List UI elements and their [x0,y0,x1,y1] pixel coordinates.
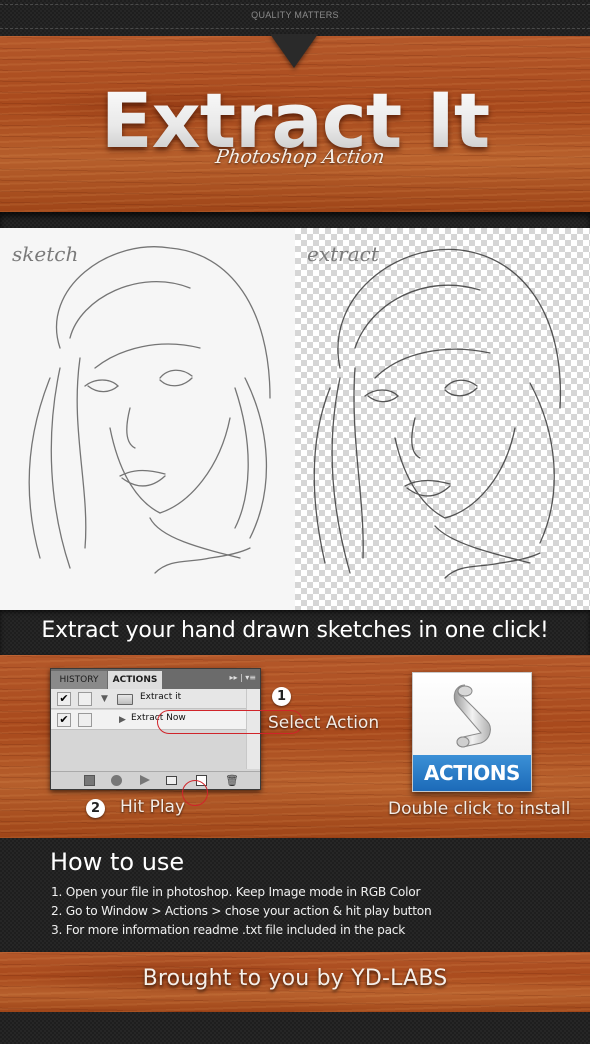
instructions-banner: HISTORY ACTIONS ▸▸ | ▾≡ ✔ ▼ Extract it ✔… [0,655,590,838]
new-set-icon[interactable] [166,776,177,785]
step-label: Hit Play [120,797,186,817]
divider-band [0,212,590,228]
expand-triangle-icon[interactable]: ▼ [101,694,108,704]
instruction-item: 1. Open your file in photoshop. Keep Ima… [51,885,421,899]
actions-icon-label: ACTIONS [413,755,531,791]
step-badge: 1 [272,687,291,706]
install-caption: Double click to install [388,799,571,819]
extracted-image: extract [295,228,590,610]
bottom-strip [0,1012,590,1044]
action-set-row[interactable]: ✔ ▼ Extract it [51,689,247,709]
record-icon[interactable] [111,775,122,786]
highlight-ring [182,780,208,806]
instruction-item: 2. Go to Window > Actions > chose your a… [51,904,432,918]
headline: Extract your hand drawn sketches in one … [41,618,549,643]
scroll-icon [453,684,491,748]
panel-menu-icon[interactable]: ▸▸ | ▾≡ [229,673,256,682]
credits-banner: Brought to you by YD-LABS [0,952,590,1012]
sketch-label: sketch [12,242,79,266]
stitch-line [0,4,590,5]
top-strip: QUALITY MATTERS [0,0,590,36]
section-heading: How to use [50,848,185,876]
credits-text: Brought to you by YD-LABS [142,966,448,991]
dialog-toggle-checkbox[interactable] [78,713,92,727]
quality-label: QUALITY MATTERS [251,10,339,20]
page-subtitle: Photoshop Action [213,146,386,168]
how-to-use-section: How to use 1. Open your file in photosho… [0,838,590,952]
dialog-toggle-checkbox[interactable] [78,692,92,706]
step-badge: 2 [86,799,105,818]
action-set-name: Extract it [140,692,182,702]
step-label: Select Action [268,713,380,733]
trash-icon[interactable]: 🗑 [225,775,239,786]
toggle-checkbox[interactable]: ✔ [57,692,71,706]
tab-history[interactable]: HISTORY [51,671,107,689]
collapsed-triangle-icon[interactable]: ▶ [119,715,126,725]
actions-panel: HISTORY ACTIONS ▸▸ | ▾≡ ✔ ▼ Extract it ✔… [50,668,303,806]
instruction-list: 1. Open your file in photoshop. Keep Ima… [51,883,432,940]
extract-label: extract [307,242,379,266]
stop-icon[interactable] [84,775,95,786]
panel-footer-toolbar: 🗑 [51,771,260,789]
folder-icon [117,694,133,705]
actions-file-icon[interactable]: ACTIONS [412,672,532,792]
extracted-portrait-drawing [313,248,562,579]
before-after-comparison: sketch extract [0,228,590,610]
tagline-band: Extract your hand drawn sketches in one … [0,610,590,655]
sketch-original-image: sketch [0,228,295,610]
tab-actions[interactable]: ACTIONS [108,671,162,689]
stitch-line [0,28,590,29]
toggle-checkbox[interactable]: ✔ [57,713,71,727]
ribbon-notch [270,34,318,68]
panel-tab-bar: HISTORY ACTIONS ▸▸ | ▾≡ [51,669,260,689]
sketch-portrait-drawing [28,246,271,574]
play-icon[interactable] [140,775,150,785]
instruction-item: 3. For more information readme .txt file… [51,923,406,937]
